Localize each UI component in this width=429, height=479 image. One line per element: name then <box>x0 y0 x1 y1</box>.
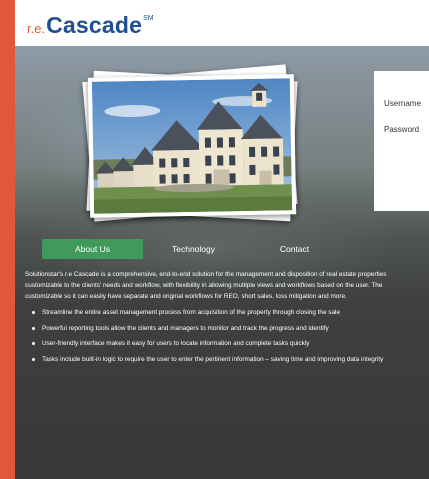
logo[interactable]: r.e. Cascade SM <box>27 14 154 37</box>
logo-service-mark: SM <box>143 15 154 22</box>
house-image <box>91 78 293 214</box>
tab-label: Contact <box>279 244 310 254</box>
list-item-text: User-friendly interface makes it easy fo… <box>42 340 310 348</box>
left-accent-stripe <box>0 0 15 479</box>
bullet-icon <box>32 342 35 346</box>
logo-name: Cascade <box>46 12 143 38</box>
list-item: Streamline the entire asset management p… <box>25 307 429 318</box>
tab-technology[interactable]: Technology <box>143 239 244 259</box>
page: r.e. Cascade SM Username Password About … <box>15 0 429 479</box>
bullet-icon <box>32 326 35 330</box>
login-panel: Username Password <box>374 71 429 211</box>
hero-section: Username Password About Us Technology Co… <box>15 46 429 479</box>
list-item: Powerful reporting tools allow the clien… <box>25 323 429 334</box>
about-paragraph-line: Solutionstar's r.e Cascade is a comprehe… <box>25 271 387 278</box>
list-item: Tasks include built-in logic to require … <box>25 354 429 365</box>
about-paragraph-line: customizable so it can easily have separ… <box>25 293 347 300</box>
bullet-icon <box>32 358 35 362</box>
property-photo <box>87 74 297 218</box>
password-label: Password <box>384 125 420 134</box>
username-label: Username <box>384 99 421 108</box>
list-item: User-friendly interface makes it easy fo… <box>25 338 429 349</box>
list-item-text: Powerful reporting tools allow the clien… <box>42 324 329 332</box>
list-item-text: Tasks include built-in logic to require … <box>42 356 384 364</box>
tab-label: Technology <box>171 244 215 254</box>
tab-about-us[interactable]: About Us <box>42 239 143 259</box>
header: r.e. Cascade SM <box>15 0 429 46</box>
about-paragraph-line: customizable to the clients' needs and w… <box>25 282 383 289</box>
tab-label: About Us <box>75 244 110 254</box>
about-content: Solutionstar's r.e Cascade is a comprehe… <box>25 269 429 370</box>
tab-bar: About Us Technology Contact <box>42 239 422 259</box>
tab-contact[interactable]: Contact <box>244 239 345 259</box>
logo-prefix: r.e. <box>27 21 46 36</box>
list-item-text: Streamline the entire asset management p… <box>42 309 341 316</box>
bullet-icon <box>32 311 35 314</box>
feature-list: Streamline the entire asset management p… <box>25 307 429 365</box>
